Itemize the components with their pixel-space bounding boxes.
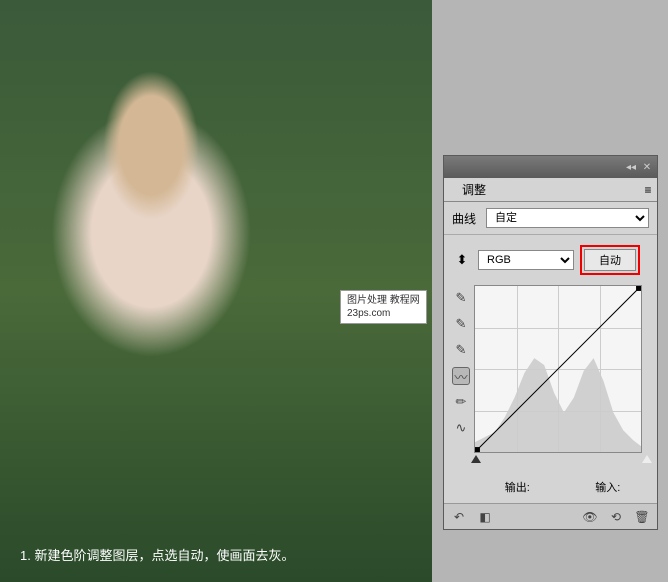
preset-row: 曲线 自定 <box>444 202 657 235</box>
collapse-icon[interactable]: ◂◂ <box>625 161 637 173</box>
graph-area <box>474 285 649 469</box>
watermark-line2: 23ps.com <box>347 308 390 319</box>
watermark-line3: 教程网 <box>390 295 420 306</box>
tutorial-step-caption: 1. 新建色阶调整图层，点选自动，使画面去灰。 <box>20 545 294 564</box>
smooth-tool-icon[interactable]: ∿ <box>452 419 470 437</box>
watermark-line1: 图片处理 <box>347 295 387 306</box>
reset-icon[interactable]: ⟲ <box>607 509 625 525</box>
curve-point-tool-icon[interactable]: 〰 <box>452 367 470 385</box>
channel-select[interactable]: RGB <box>478 250 574 270</box>
layers-icon[interactable]: ◧ <box>476 509 494 525</box>
tab-adjustments[interactable]: 调整 <box>452 178 496 201</box>
input-label: 输入: <box>595 479 620 495</box>
watermark: 图片处理 教程网 23ps.com <box>340 290 427 324</box>
targeted-adjustment-icon[interactable]: ⬍ <box>452 250 472 270</box>
panel-footer: ↶ ◧ 👁 ⟲ 🗑 <box>444 503 657 529</box>
gray-eyedropper-icon[interactable]: ✎ <box>452 315 470 333</box>
white-point-slider[interactable] <box>642 455 652 463</box>
output-input-row: 输出: 输入: <box>444 473 657 503</box>
panel-menu-icon[interactable]: ≡ <box>639 181 657 199</box>
pencil-tool-icon[interactable]: ✏ <box>452 393 470 411</box>
curves-graph[interactable] <box>474 285 642 453</box>
black-eyedropper-icon[interactable]: ✎ <box>452 289 470 307</box>
auto-button-highlight: 自动 <box>580 245 640 275</box>
input-slider[interactable] <box>474 455 649 469</box>
output-label: 输出: <box>505 479 530 495</box>
adjustments-panel: ◂◂ ✕ 调整 ≡ 曲线 自定 ⬍ RGB 自动 ✎ ✎ ✎ 〰 ✏ ∿ <box>443 155 658 530</box>
side-tools: ✎ ✎ ✎ 〰 ✏ ∿ <box>452 285 474 469</box>
auto-button[interactable]: 自动 <box>584 249 636 271</box>
curve-line[interactable] <box>475 286 641 452</box>
back-icon[interactable]: ↶ <box>450 509 468 525</box>
preset-select[interactable]: 自定 <box>486 208 649 228</box>
visibility-icon[interactable]: 👁 <box>581 509 599 525</box>
edited-photo: 图片处理 教程网 23ps.com 1. 新建色阶调整图层，点选自动，使画面去灰… <box>0 0 432 582</box>
panel-header: ◂◂ ✕ <box>444 156 657 178</box>
channel-row: ⬍ RGB 自动 <box>444 235 657 281</box>
trash-icon[interactable]: 🗑 <box>633 509 651 525</box>
close-icon[interactable]: ✕ <box>641 161 653 173</box>
panel-body: ✎ ✎ ✎ 〰 ✏ ∿ <box>444 281 657 473</box>
panel-tabs: 调整 ≡ <box>444 178 657 202</box>
black-point-slider[interactable] <box>471 455 481 463</box>
curve-label: 曲线 <box>452 210 480 227</box>
white-eyedropper-icon[interactable]: ✎ <box>452 341 470 359</box>
